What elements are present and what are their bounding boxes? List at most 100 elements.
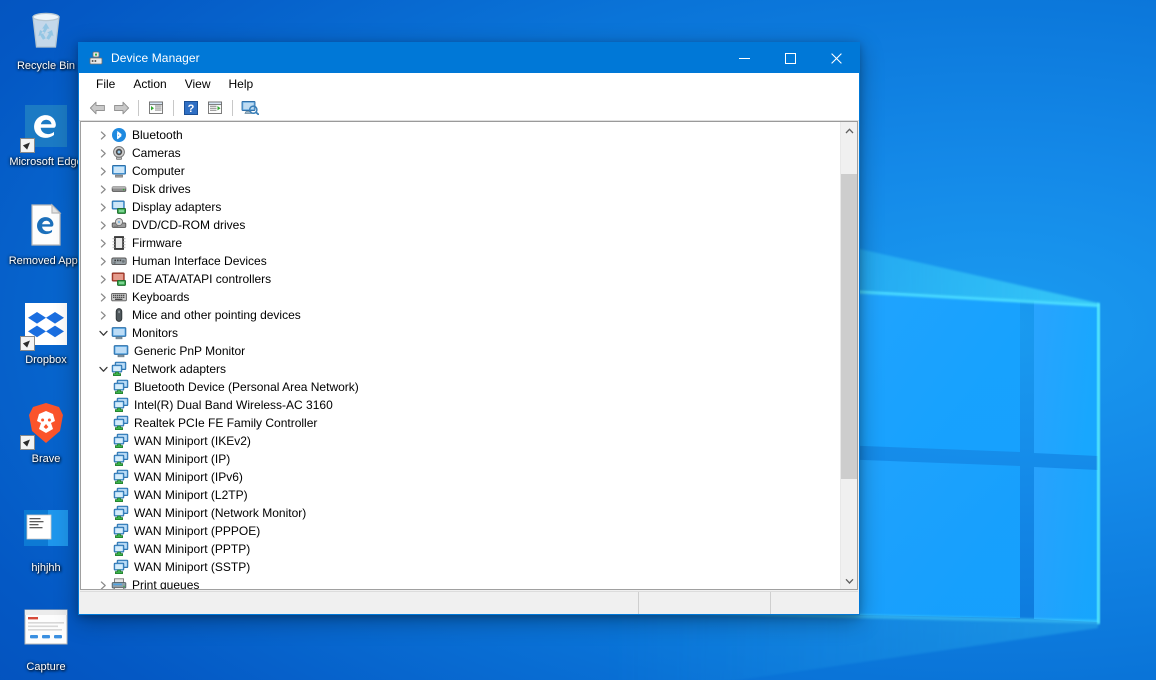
show-hidden-button[interactable]	[203, 97, 227, 119]
vertical-scrollbar[interactable]	[840, 122, 857, 589]
tree-node[interactable]: Intel(R) Dual Band Wireless-AC 3160	[81, 396, 840, 414]
scrollbar-thumb[interactable]	[841, 173, 857, 480]
camera-icon	[113, 146, 125, 160]
tree-node[interactable]: Monitors	[81, 324, 840, 342]
minimize-button[interactable]	[721, 43, 767, 73]
scan-hardware-icon	[241, 101, 259, 115]
desktop[interactable]: Recycle Bin Microsoft Edge Removed Apps Dro…	[0, 0, 1156, 680]
expand-toggle-collapsed[interactable]	[95, 198, 111, 216]
close-button[interactable]	[813, 43, 859, 73]
desktop-icon-dropbox[interactable]: Dropbox	[8, 302, 84, 367]
device-tree-panel[interactable]: Bluetooth Cameras Computer Disk drives Displ…	[80, 121, 858, 590]
status-pane-1	[80, 592, 639, 614]
menu-file[interactable]: File	[87, 74, 124, 94]
tree-node[interactable]: WAN Miniport (PPPOE)	[81, 522, 840, 540]
monitor-icon	[111, 327, 127, 340]
tree-node[interactable]: Computer	[81, 162, 840, 180]
menu-action[interactable]: Action	[124, 74, 175, 94]
tree-node-label: Generic PnP Monitor	[134, 343, 246, 358]
network-adapter-icon	[113, 469, 129, 484]
monitor-icon	[113, 343, 129, 359]
menu-bar[interactable]: File Action View Help	[79, 73, 859, 95]
keyboard-icon	[111, 292, 127, 302]
tree-node[interactable]: Human Interface Devices	[81, 252, 840, 270]
desktop-icon-label: Recycle Bin	[16, 60, 76, 72]
expand-toggle-collapsed[interactable]	[95, 162, 111, 180]
tree-node[interactable]: WAN Miniport (L2TP)	[81, 486, 840, 504]
tree-node[interactable]: WAN Miniport (IKEv2)	[81, 432, 840, 450]
tree-node[interactable]: Bluetooth Device (Personal Area Network)	[81, 378, 840, 396]
chevron-right-icon	[100, 130, 106, 140]
tree-node[interactable]: IDE ATA/ATAPI controllers	[81, 270, 840, 288]
tree-node[interactable]: DVD/CD-ROM drives	[81, 216, 840, 234]
network-adapter-icon	[113, 433, 129, 448]
tree-node[interactable]: Realtek PCIe FE Family Controller	[81, 414, 840, 432]
desktop-icon-removed-apps[interactable]: Removed Apps	[8, 203, 84, 268]
desktop-icon-label: Microsoft Edge	[9, 156, 83, 168]
window-titlebar[interactable]: Device Manager	[79, 43, 859, 73]
shortcut-overlay-icon	[20, 138, 35, 153]
chevron-right-icon	[100, 274, 106, 284]
toolbar[interactable]: ?	[79, 95, 859, 121]
tree-node[interactable]: Network adapters	[81, 360, 840, 378]
screenshot-thumb-icon	[22, 510, 70, 558]
tree-node[interactable]: Firmware	[81, 234, 840, 252]
scroll-up-button[interactable]	[841, 122, 857, 139]
tree-node[interactable]: Display adapters	[81, 198, 840, 216]
tree-node[interactable]: Keyboards	[81, 288, 840, 306]
tree-node[interactable]: WAN Miniport (IP)	[81, 450, 840, 468]
tree-node[interactable]: Generic PnP Monitor	[81, 342, 840, 360]
tree-node[interactable]: Mice and other pointing devices	[81, 306, 840, 324]
device-manager-window[interactable]: Device Manager File Action View Help ? B…	[78, 42, 860, 615]
expand-toggle-collapsed[interactable]	[95, 306, 111, 324]
tree-node[interactable]: WAN Miniport (SSTP)	[81, 558, 840, 576]
expand-toggle-collapsed[interactable]	[95, 180, 111, 198]
tree-node[interactable]: Print queues	[81, 576, 840, 589]
network-adapter-icon	[113, 397, 129, 412]
tree-node[interactable]: Disk drives	[81, 180, 840, 198]
menu-view[interactable]: View	[176, 74, 220, 94]
tree-node[interactable]: WAN Miniport (IPv6)	[81, 468, 840, 486]
tree-node[interactable]: WAN Miniport (Network Monitor)	[81, 504, 840, 522]
show-hidden-icon	[208, 101, 222, 114]
expand-toggle-collapsed[interactable]	[95, 252, 111, 270]
forward-button[interactable]	[109, 97, 133, 119]
desktop-icon-label: Brave	[31, 453, 61, 465]
expand-toggle-collapsed[interactable]	[95, 234, 111, 252]
desktop-icon-microsoft-edge[interactable]: Microsoft Edge	[8, 104, 84, 169]
desktop-icon-recycle-bin[interactable]: Recycle Bin	[8, 8, 84, 73]
expand-toggle-collapsed[interactable]	[95, 576, 111, 589]
back-button[interactable]	[85, 97, 109, 119]
network-adapter-icon	[113, 397, 129, 413]
expand-toggle-collapsed[interactable]	[95, 216, 111, 234]
help-button[interactable]: ?	[179, 97, 203, 119]
menu-help[interactable]: Help	[220, 74, 263, 94]
tree-node[interactable]: Bluetooth	[81, 126, 840, 144]
tree-node-label: WAN Miniport (Network Monitor)	[134, 505, 307, 520]
expand-toggle-collapsed[interactable]	[95, 144, 111, 162]
monitor-icon	[113, 345, 129, 358]
tree-node[interactable]: Cameras	[81, 144, 840, 162]
display-adapter-icon	[111, 199, 127, 215]
scroll-down-button[interactable]	[841, 572, 857, 589]
expand-toggle-collapsed[interactable]	[95, 270, 111, 288]
expand-toggle-expanded[interactable]	[95, 360, 111, 378]
webpage-thumb-icon	[24, 609, 68, 645]
expand-toggle-collapsed[interactable]	[95, 288, 111, 306]
tree-node[interactable]: WAN Miniport (PPTP)	[81, 540, 840, 558]
maximize-button[interactable]	[767, 43, 813, 73]
expand-toggle-expanded[interactable]	[95, 324, 111, 342]
tree-node-label: WAN Miniport (IP)	[134, 451, 231, 466]
desktop-icon-brave[interactable]: Brave	[8, 401, 84, 466]
mouse-icon	[111, 307, 127, 323]
network-adapter-icon	[113, 487, 129, 502]
desktop-icon-hjhjhh[interactable]: hjhjhh	[8, 510, 84, 575]
chevron-up-icon	[845, 127, 854, 133]
device-tree[interactable]: Bluetooth Cameras Computer Disk drives Displ…	[81, 122, 840, 589]
expand-toggle-collapsed[interactable]	[95, 126, 111, 144]
scan-hardware-button[interactable]	[238, 97, 262, 119]
properties-button[interactable]	[144, 97, 168, 119]
chevron-right-icon	[100, 310, 106, 320]
desktop-icon-capture[interactable]: Capture	[8, 609, 84, 674]
hid-icon	[111, 257, 127, 266]
